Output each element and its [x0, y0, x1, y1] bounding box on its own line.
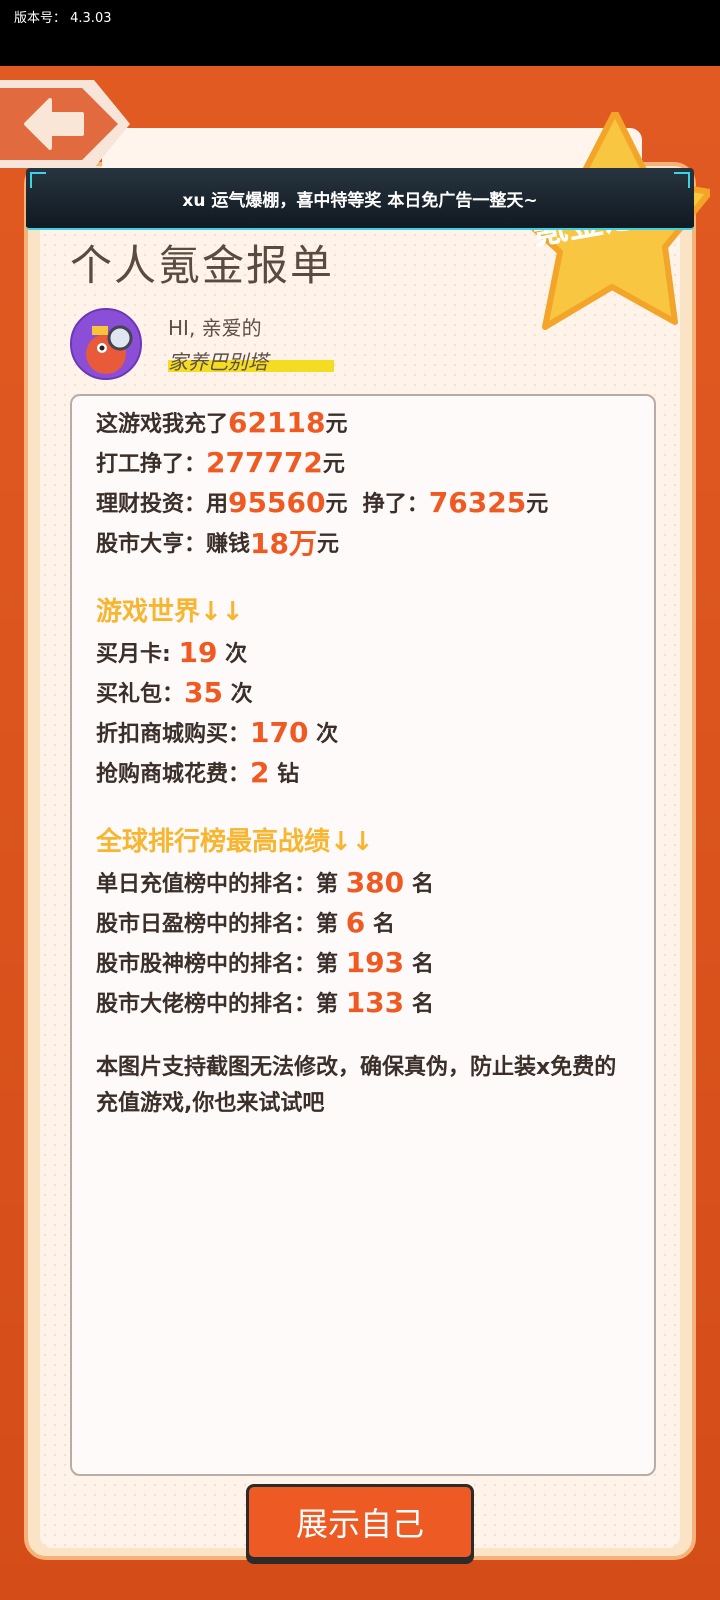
spend-unit: 元	[325, 412, 348, 437]
status-bar: 版本号： 4.3.03	[0, 0, 720, 66]
rank-god-line: 股市股神榜中的排名：第 193 名	[96, 942, 654, 982]
stock-unit: 元	[316, 532, 339, 557]
stock-line: 股市大亨：赚钱 18万 元	[96, 522, 654, 562]
rank-boss-line: 股市大佬榜中的排名：第 133 名	[96, 982, 654, 1022]
gift-pack-label: 买礼包：	[96, 682, 185, 707]
banner-corner	[674, 172, 690, 188]
flash-shop-line: 抢购商城花费： 2 钻	[96, 752, 654, 792]
banner-text: xu 运气爆棚，喜中特等奖 本日免广告一整天~	[182, 190, 538, 211]
work-line: 打工挣了： 277772 元	[96, 442, 654, 482]
flash-shop-unit: 钻	[277, 762, 300, 787]
show-off-button[interactable]: 展示自己	[246, 1484, 474, 1560]
invest-mid-label: 元 挣了：	[325, 492, 429, 517]
report-panel: 这游戏我充了 62118 元 打工挣了： 277772 元 理财投资：用 955…	[70, 394, 656, 1476]
rank-boss-label: 股市大佬榜中的排名：第	[96, 992, 339, 1017]
flash-shop-label: 抢购商城花费：	[96, 762, 251, 787]
rank-god-value: 193	[345, 945, 405, 979]
rank-boss-unit: 名	[411, 992, 434, 1017]
rank-boss-value: 133	[345, 985, 405, 1019]
spend-line: 这游戏我充了 62118 元	[96, 402, 654, 442]
rank-daily-label: 单日充值榜中的排名：第	[96, 872, 339, 897]
rank-profit-label: 股市日盈榜中的排名：第	[96, 912, 339, 937]
rank-god-unit: 名	[411, 952, 434, 977]
version-label: 版本号： 4.3.03	[14, 11, 112, 26]
rank-god-label: 股市股神榜中的排名：第	[96, 952, 339, 977]
nickname: 家养巴别塔	[168, 346, 334, 374]
rank-daily-value: 380	[345, 865, 405, 899]
stock-value: 18万	[250, 527, 317, 560]
monthly-card-line: 买月卡: 19 次	[96, 632, 654, 672]
invest-line: 理财投资：用 95560 元 挣了： 76325 元	[96, 482, 654, 522]
page-title: 个人氪金报单	[70, 241, 335, 290]
discount-shop-line: 折扣商城购买： 170 次	[96, 712, 654, 752]
game-world-heading: 游戏世界↓↓	[96, 596, 244, 627]
invest-used-value: 95560	[228, 485, 326, 519]
stock-label: 股市大亨：赚钱	[96, 532, 251, 557]
greeting-text: HI, 亲爱的	[168, 316, 262, 340]
work-label: 打工挣了：	[96, 452, 207, 477]
rank-daily-line: 单日充值榜中的排名：第 380 名	[96, 862, 654, 902]
gift-pack-unit: 次	[230, 682, 253, 707]
nickname-text: 家养巴别塔	[168, 350, 268, 374]
monthly-card-value: 19	[178, 635, 218, 669]
avatar[interactable]	[70, 308, 142, 380]
back-arrow-icon[interactable]	[20, 94, 90, 154]
rank-daily-unit: 名	[411, 872, 434, 897]
gift-pack-line: 买礼包： 35 次	[96, 672, 654, 712]
notification-banner: xu 运气爆棚，喜中特等奖 本日免广告一整天~	[26, 168, 694, 230]
spend-value: 62118	[228, 405, 326, 439]
rank-profit-line: 股市日盈榜中的排名：第 6 名	[96, 902, 654, 942]
work-value: 277772	[206, 445, 323, 479]
banner-corner	[30, 172, 46, 188]
disclaimer-note: 本图片支持截图无法修改，确保真伪，防止装x免费的充值游戏,你也来试试吧	[96, 1055, 617, 1116]
gift-pack-value: 35	[184, 675, 223, 709]
invest-unit: 元	[526, 492, 549, 517]
rank-profit-value: 6	[345, 905, 366, 939]
work-unit: 元	[322, 452, 345, 477]
discount-shop-unit: 次	[316, 722, 339, 747]
invest-label: 理财投资：用	[96, 492, 229, 517]
monthly-card-unit: 次	[225, 642, 248, 667]
discount-shop-value: 170	[250, 715, 309, 749]
discount-shop-label: 折扣商城购买：	[96, 722, 251, 747]
monthly-card-label: 买月卡:	[96, 642, 171, 667]
flash-shop-value: 2	[250, 755, 270, 789]
spend-label: 这游戏我充了	[96, 412, 229, 437]
ranking-heading: 全球排行榜最高战绩↓↓	[96, 826, 374, 857]
invest-earned-value: 76325	[428, 485, 527, 519]
rank-profit-unit: 名	[372, 912, 395, 937]
